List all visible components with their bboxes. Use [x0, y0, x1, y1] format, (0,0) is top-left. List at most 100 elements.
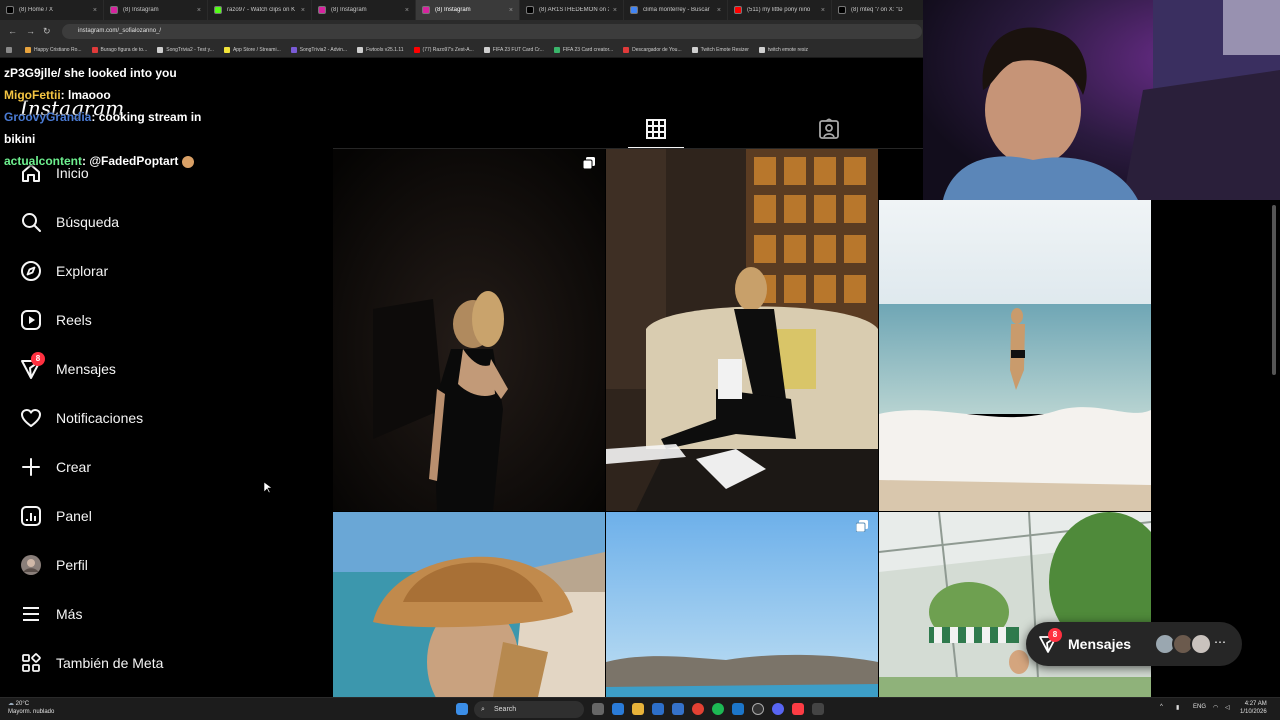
messages-button[interactable]: 8 Mensajes ⋯ [1026, 622, 1242, 666]
obs-icon[interactable] [752, 703, 764, 715]
sidebar-item-reels[interactable]: Reels [20, 307, 92, 333]
close-tab-icon[interactable]: × [197, 7, 201, 14]
bookmark-item[interactable]: Twitch Emote Resizer [691, 46, 749, 53]
spotify-icon[interactable] [712, 703, 724, 715]
sidebar-item-notificaciones[interactable]: Notificaciones [20, 405, 143, 431]
post-tile[interactable] [333, 512, 605, 697]
bookmark-item[interactable]: FIFA 23 Card creator... [553, 46, 613, 53]
url-field[interactable]: instagram.com/_sofialozanno_/ [62, 24, 922, 39]
chat-message: zP3G9jlle/ she looked into you [4, 62, 214, 84]
weather-widget[interactable]: ☁ 20°C Mayorm. nublado [8, 700, 54, 716]
music-icon[interactable] [792, 703, 804, 715]
multi-post-icon [856, 520, 868, 532]
browser-tab[interactable]: (8) Instagram × [104, 0, 208, 20]
post-tile[interactable] [606, 512, 878, 697]
close-tab-icon[interactable]: × [717, 7, 721, 14]
app-icon[interactable] [812, 703, 824, 715]
language-indicator[interactable]: ENG [1193, 704, 1206, 710]
right-panel [1151, 200, 1280, 694]
chrome-icon[interactable] [692, 703, 704, 715]
tagged-icon[interactable] [818, 118, 840, 140]
windows-start-icon[interactable] [456, 703, 468, 715]
bookmark-item[interactable]: App Store / Streami... [223, 46, 281, 53]
mail-icon[interactable] [672, 703, 684, 715]
bookmark-item[interactable]: twitch emote resiz [758, 46, 808, 53]
wifi-icon[interactable]: ◠ [1213, 704, 1218, 711]
bookmark-item[interactable]: SongTrivia2 - Test y... [157, 46, 214, 53]
browser-tab[interactable]: (8) mteq "/ on X: "D× [832, 0, 936, 20]
sidebar-item-también-de-meta[interactable]: También de Meta [20, 650, 163, 676]
bookmark-item[interactable]: (77) Razo97's Zest-A... [413, 46, 474, 53]
browser-tab[interactable]: (511) my little pony niño × [728, 0, 832, 20]
sidebar-item-explorar[interactable]: Explorar [20, 258, 108, 284]
post-tile[interactable] [606, 149, 878, 511]
url-text: instagram.com/_sofialozanno_/ [78, 28, 162, 34]
scrollbar[interactable] [1272, 205, 1276, 375]
avatar-icon [20, 554, 42, 576]
sidebar-item-crear[interactable]: Crear [20, 454, 91, 480]
close-tab-icon[interactable]: × [405, 7, 409, 14]
browser-tab[interactable]: (8) Instagram × [312, 0, 416, 20]
post-image [606, 149, 878, 511]
kick-icon [214, 6, 222, 14]
sidebar-item-panel[interactable]: Panel [20, 503, 92, 529]
close-tab-icon[interactable]: × [613, 7, 617, 14]
bookmark-item[interactable]: Happy Cristiano Ro... [25, 46, 82, 53]
discord-icon[interactable] [772, 703, 784, 715]
battery-icon: ▮ [1176, 705, 1180, 711]
sidebar-item-label: Perfil [56, 557, 88, 573]
back-icon[interactable]: ← [8, 26, 17, 36]
browser-tab[interactable]: (8) Instagram × [416, 0, 520, 20]
sidebar-item-búsqueda[interactable]: Búsqueda [20, 209, 119, 235]
taskbar-search[interactable]: ⌕ Search [474, 701, 584, 718]
reload-icon[interactable]: ↻ [43, 26, 51, 37]
bookmark-item[interactable]: Fwtools v25.1.11 [357, 46, 404, 53]
sidebar-item-perfil[interactable]: Perfil [20, 552, 88, 578]
tray-chevron-icon[interactable]: ^ [1160, 704, 1163, 710]
sidebar-item-mensajes[interactable]: 8 Mensajes [20, 352, 116, 382]
close-tab-icon[interactable]: × [93, 7, 97, 14]
sidebar-item-label: Más [56, 606, 83, 622]
bookmark-favicon-icon [290, 46, 297, 53]
post-tile[interactable] [879, 512, 1151, 697]
messenger-icon: 8 [1038, 628, 1062, 654]
post-image [879, 200, 1151, 511]
file-explorer-icon[interactable] [632, 703, 644, 715]
chat-username: GroovyGrandia [4, 110, 92, 124]
forward-icon[interactable]: → [26, 26, 35, 36]
browser-tab[interactable]: (8) Home / X × [0, 0, 104, 20]
bookmark-favicon-icon [357, 46, 364, 53]
post-image [606, 512, 878, 697]
post-tile[interactable] [333, 149, 605, 511]
close-tab-icon[interactable]: × [301, 7, 305, 14]
task-view-icon[interactable] [592, 703, 604, 715]
bookmark-item[interactable]: Descargador de You... [623, 46, 682, 53]
more-icon[interactable]: ⋯ [1214, 635, 1226, 649]
volume-icon[interactable]: ◁ [1225, 704, 1230, 711]
dashboard-icon [20, 505, 42, 527]
bookmark-favicon-icon [223, 46, 230, 53]
clock[interactable]: 4:27 AM 1/10/2026 [1240, 700, 1267, 716]
edge-icon[interactable] [612, 703, 624, 715]
browser-tab[interactable]: clima monterrey - Buscar × [624, 0, 728, 20]
browser-tab[interactable]: razo97 - Watch clips on K × [208, 0, 312, 20]
bookmark-item[interactable]: FIFA 23 FUT Card Cr... [483, 46, 544, 53]
multi-post-icon [583, 157, 595, 169]
close-tab-icon[interactable]: × [509, 7, 513, 14]
store-icon[interactable] [652, 703, 664, 715]
date: 1/10/2026 [1240, 709, 1267, 715]
bookmark-item[interactable]: SongTrivia2 - Advin... [290, 46, 347, 53]
close-tab-icon[interactable]: × [821, 7, 825, 14]
sidebar-item-más[interactable]: Más [20, 601, 82, 627]
bookmark-item[interactable]: Burago figura de to... [91, 46, 147, 53]
app-icon[interactable] [732, 703, 744, 715]
apps-icon[interactable] [6, 46, 15, 53]
bookmark-favicon-icon [157, 46, 164, 53]
compass-icon [20, 260, 42, 282]
post-tile[interactable] [879, 200, 1151, 511]
bookmark-label: Descargador de You... [632, 46, 682, 53]
youtube-icon [734, 6, 742, 14]
grid-icon[interactable] [645, 118, 667, 140]
temperature: 20°C [15, 701, 30, 707]
browser-tab[interactable]: (8) AR1STHEDEMON on X × [520, 0, 624, 20]
